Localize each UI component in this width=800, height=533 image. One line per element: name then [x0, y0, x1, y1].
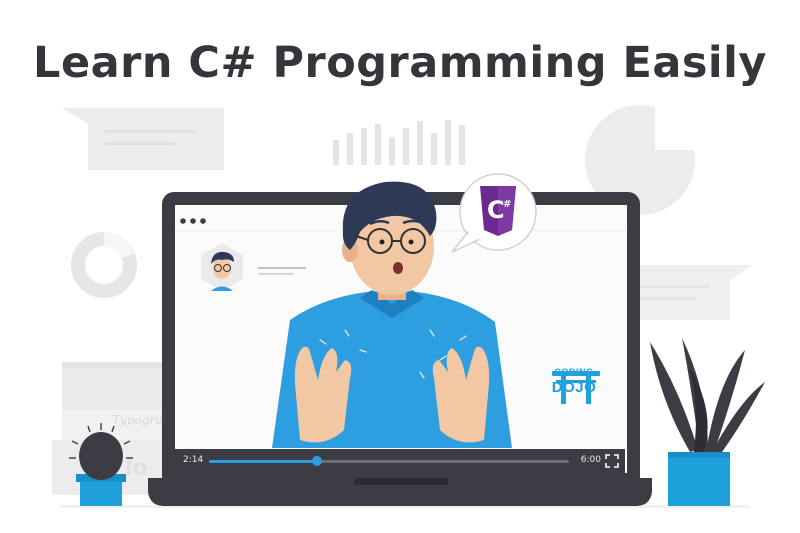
cactus-icon — [69, 423, 133, 506]
current-time: 2:14 — [183, 455, 204, 465]
window-dots — [180, 218, 206, 224]
progress-handle[interactable] — [312, 456, 322, 466]
fullscreen-icon[interactable] — [605, 454, 619, 468]
coding-dojo-logo: CODING DOJO — [548, 367, 600, 396]
video-player-controls: 2:14 6:00 — [175, 449, 625, 473]
svg-text:#: # — [503, 199, 511, 210]
brand-line-1: CODING — [554, 367, 594, 377]
plant-icon — [650, 338, 765, 506]
brand-line-2: DOJO — [551, 379, 597, 396]
csharp-logo-icon: C # — [480, 186, 516, 236]
progress-fill — [209, 460, 317, 463]
progress-track[interactable] — [209, 456, 569, 466]
total-time: 6:00 — [580, 455, 601, 465]
svg-text:C: C — [487, 196, 505, 224]
